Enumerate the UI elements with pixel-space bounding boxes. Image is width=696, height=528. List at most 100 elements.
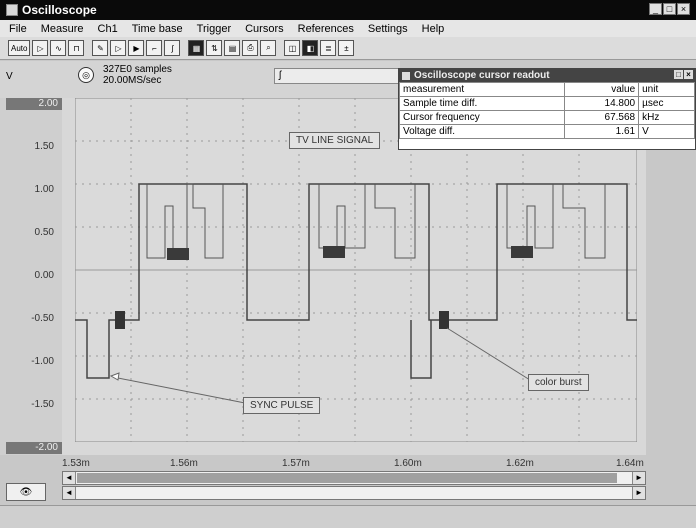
- toolbar: Auto ▷ ∿ ⊓ ✎ ▷ ▶ ⌐ ∫ ▦ ⇅ ▤ ⎙ ⌕ ◫ ◧ ≣ ±: [0, 37, 696, 60]
- menu-time-base[interactable]: Time base: [132, 23, 183, 35]
- y-tick: 1.00: [34, 184, 54, 195]
- color-burst-mark: [115, 311, 125, 329]
- cell-unit: kHz: [638, 110, 695, 125]
- y-tick: -1.50: [31, 399, 54, 410]
- y-axis: 2.00 1.50 1.00 0.50 0.00 -0.50 -1.00 -1.…: [0, 98, 62, 455]
- menu-bar: File Measure Ch1 Time base Trigger Curso…: [0, 20, 696, 37]
- burst-noise: [323, 246, 345, 258]
- cell-value: 14.800: [564, 96, 640, 111]
- close-button[interactable]: ×: [677, 3, 690, 15]
- list-icon[interactable]: ≣: [320, 40, 337, 56]
- readout-close-button[interactable]: ×: [684, 70, 693, 79]
- status-bar: [0, 505, 696, 528]
- y-tick: -1.00: [31, 356, 54, 367]
- x-tick: 1.64m: [616, 458, 644, 469]
- scope-plot: 2.00 1.50 1.00 0.50 0.00 -0.50 -1.00 -1.…: [0, 98, 646, 455]
- minimize-button[interactable]: _: [649, 3, 662, 15]
- window-controls: _ □ ×: [649, 3, 690, 15]
- y-tick: 0.50: [34, 227, 54, 238]
- zoom-scrollbar[interactable]: ◄ ►: [62, 486, 646, 500]
- horizontal-scrollbar[interactable]: ◄ ►: [62, 471, 646, 485]
- cell-value: 1.61: [564, 124, 640, 139]
- trigger-slider[interactable]: ʃ: [274, 68, 400, 84]
- scroll-thumb[interactable]: [77, 473, 617, 483]
- y-min-label[interactable]: -2.00: [6, 442, 62, 454]
- cell-measurement: Sample time diff.: [398, 96, 566, 111]
- display-icon[interactable]: ◧: [302, 40, 319, 56]
- auto-button[interactable]: Auto: [8, 40, 31, 56]
- menu-help[interactable]: Help: [422, 23, 445, 35]
- readout-controls: □ ×: [674, 70, 693, 79]
- readout-title: Oscilloscope cursor readout: [414, 70, 550, 81]
- cell-unit: V: [638, 124, 695, 139]
- trigger-knob-icon[interactable]: ʃ: [279, 70, 281, 81]
- table-header-row: measurement value unit: [398, 82, 695, 97]
- print-icon[interactable]: ⎙: [242, 40, 259, 56]
- app-icon: [6, 4, 18, 16]
- color-burst-label: color burst: [528, 374, 589, 391]
- samples-info: 327E0 samples 20.00MS/sec: [103, 64, 172, 86]
- run-icon[interactable]: ▷: [32, 40, 49, 56]
- y-tick: 1.50: [34, 141, 54, 152]
- readout-title-bar[interactable]: Oscilloscope cursor readout □ ×: [399, 69, 695, 82]
- menu-ch1[interactable]: Ch1: [98, 23, 118, 35]
- y-tick: -0.50: [31, 313, 54, 324]
- menu-settings[interactable]: Settings: [368, 23, 408, 35]
- eye-button[interactable]: 👁: [6, 483, 46, 501]
- cell-measurement: Voltage diff.: [398, 124, 566, 139]
- maximize-button[interactable]: □: [663, 3, 676, 15]
- header-unit: unit: [638, 82, 695, 97]
- title-bar: Oscilloscope _ □ ×: [0, 0, 696, 20]
- table-row: Cursor frequency 67.568 kHz: [398, 110, 695, 125]
- zoom-left-icon[interactable]: ◄: [63, 487, 76, 499]
- pulse-icon[interactable]: ⊓: [68, 40, 85, 56]
- zoom-icon[interactable]: ⌕: [260, 40, 277, 56]
- scroll-left-icon[interactable]: ◄: [63, 472, 76, 484]
- sample-count: 327E0 samples: [103, 64, 172, 75]
- eye-icon: 👁: [19, 486, 33, 498]
- grid-icon[interactable]: ▦: [188, 40, 205, 56]
- x-tick: 1.57m: [282, 458, 310, 469]
- cell-value: 67.568: [564, 110, 640, 125]
- slope-icon[interactable]: ∫: [164, 40, 181, 56]
- calc-icon[interactable]: ±: [338, 40, 355, 56]
- sample-rate: 20.00MS/sec: [103, 75, 162, 86]
- edit-icon[interactable]: ✎: [92, 40, 109, 56]
- y-unit-label: V: [6, 71, 13, 82]
- table-row: Voltage diff. 1.61 V: [398, 124, 695, 139]
- cell-measurement: Cursor frequency: [398, 110, 566, 125]
- readout-window-icon: [402, 71, 410, 80]
- play-icon[interactable]: ▷: [110, 40, 127, 56]
- menu-measure[interactable]: Measure: [41, 23, 84, 35]
- x-tick: 1.53m: [62, 458, 90, 469]
- scroll-right-icon[interactable]: ►: [632, 472, 645, 484]
- x-tick: 1.56m: [170, 458, 198, 469]
- step-icon[interactable]: ▶: [128, 40, 145, 56]
- x-tick: 1.60m: [394, 458, 422, 469]
- window-title: Oscilloscope: [22, 3, 97, 17]
- sync-pulse-label: SYNC PULSE: [243, 397, 321, 414]
- chart-icon[interactable]: ◫: [284, 40, 301, 56]
- color-burst-mark: [439, 311, 449, 329]
- trigger-icon[interactable]: ⌐: [146, 40, 163, 56]
- burst-noise: [511, 246, 533, 258]
- waveform-icon[interactable]: ∿: [50, 40, 67, 56]
- cursor-readout-window[interactable]: Oscilloscope cursor readout □ × measurem…: [398, 68, 696, 150]
- zoom-right-icon[interactable]: ►: [632, 487, 645, 499]
- readout-table: measurement value unit Sample time diff.…: [398, 82, 695, 139]
- x-tick: 1.62m: [506, 458, 534, 469]
- tv-signal-label: TV LINE SIGNAL: [289, 132, 381, 149]
- menu-cursors[interactable]: Cursors: [245, 23, 284, 35]
- y-tick: 0.00: [34, 270, 54, 281]
- cell-unit: µsec: [638, 96, 695, 111]
- table-row: Sample time diff. 14.800 µsec: [398, 96, 695, 111]
- readout-minimize-button[interactable]: □: [674, 70, 683, 79]
- y-max-label[interactable]: 2.00: [6, 98, 62, 110]
- table-icon[interactable]: ▤: [224, 40, 241, 56]
- menu-references[interactable]: References: [298, 23, 354, 35]
- menu-trigger[interactable]: Trigger: [197, 23, 231, 35]
- header-measurement: measurement: [398, 82, 566, 97]
- menu-file[interactable]: File: [9, 23, 27, 35]
- cursor-icon[interactable]: ⇅: [206, 40, 223, 56]
- acquisition-icon[interactable]: ◎: [78, 67, 94, 83]
